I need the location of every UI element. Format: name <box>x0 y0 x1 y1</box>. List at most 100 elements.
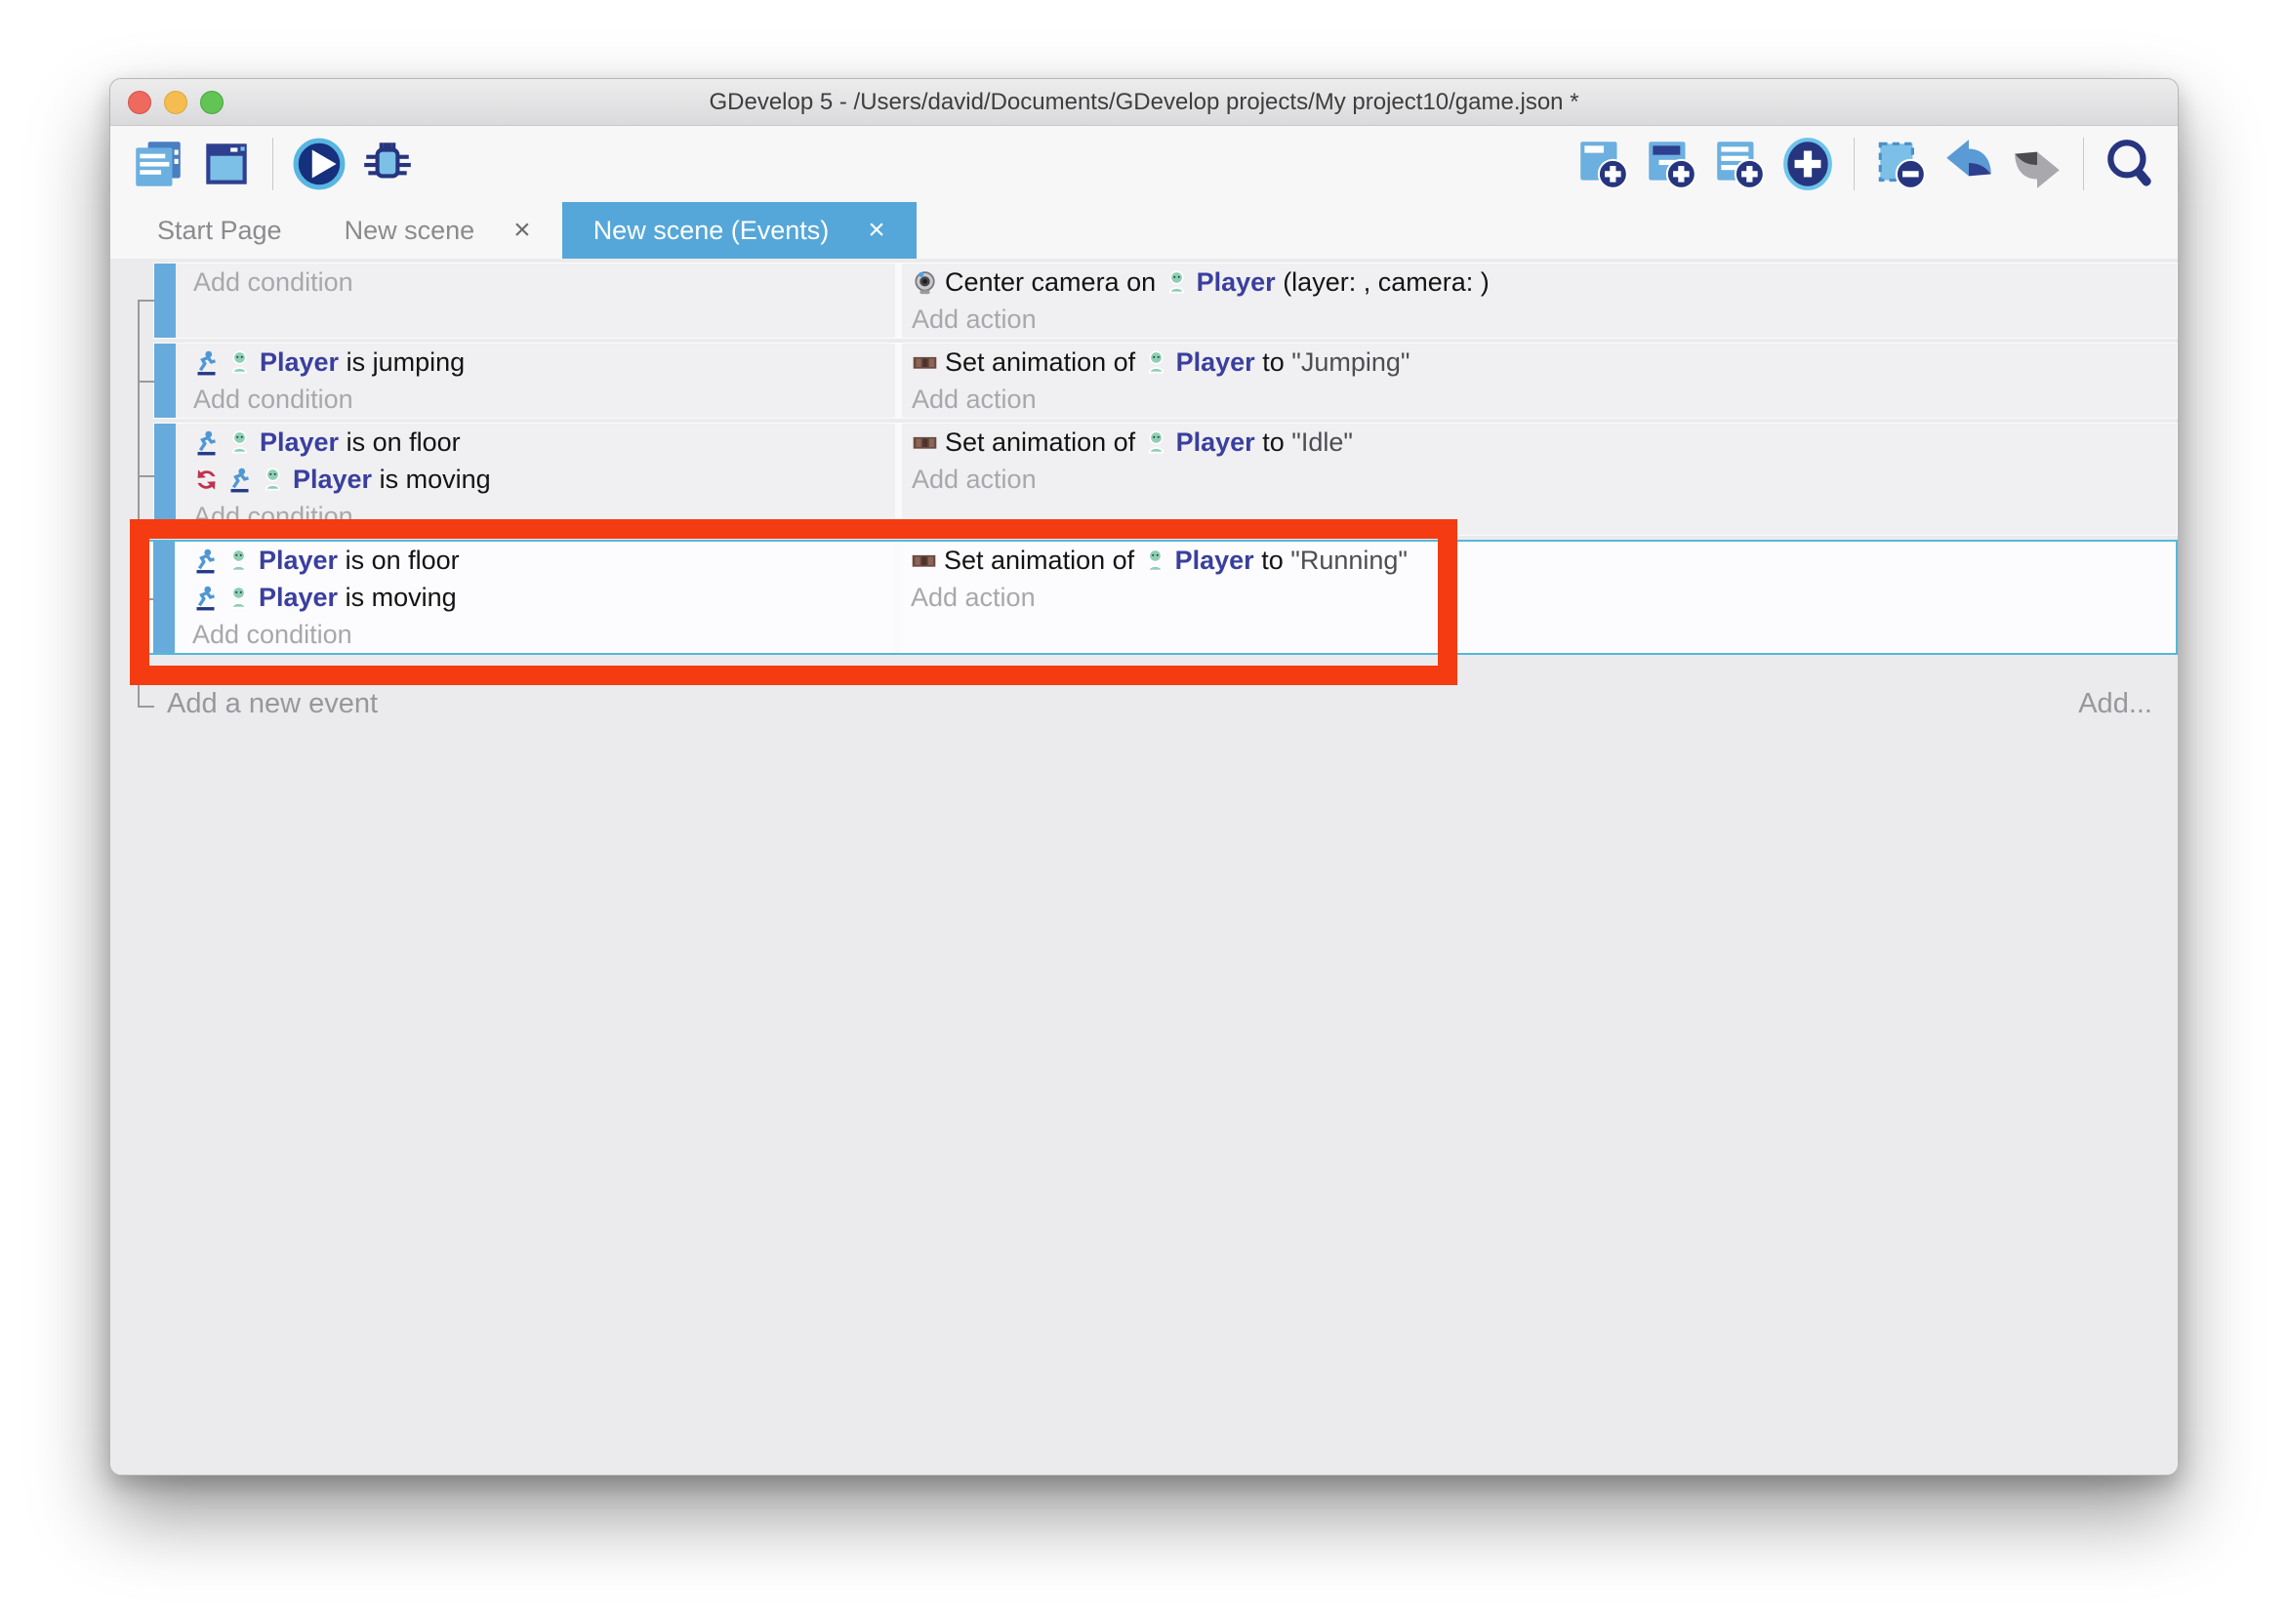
action-text: to <box>1255 427 1292 457</box>
player-object-icon <box>260 466 286 492</box>
undo-icon[interactable] <box>1941 136 1997 192</box>
add-condition-button[interactable]: Add condition <box>193 498 895 535</box>
close-tab-icon[interactable]: × <box>513 216 531 245</box>
tree-line <box>138 300 140 708</box>
animation-icon <box>912 348 938 375</box>
tree-stub <box>138 475 154 477</box>
event-row[interactable]: Player is on floor Player is moving <box>153 423 2178 536</box>
player-object-icon <box>225 584 252 610</box>
conditions-cell[interactable]: Player is on floor Player is moving Add … <box>175 542 901 653</box>
condition-text: is jumping <box>339 347 465 377</box>
object-name: Player <box>1175 546 1254 575</box>
event-row[interactable]: Add condition Center camera on Player (l… <box>153 263 2178 339</box>
action-text: Center camera on <box>945 267 1164 297</box>
debug-icon[interactable] <box>359 136 416 192</box>
condition-line[interactable]: Player is on floor <box>192 542 894 579</box>
tree-stub <box>138 706 154 708</box>
action-line[interactable]: Set animation of Player to "Idle" <box>912 424 2177 461</box>
tab-new-scene-events[interactable]: New scene (Events) × <box>562 202 917 259</box>
add-subevent-icon[interactable] <box>1643 136 1699 192</box>
action-value: "Jumping" <box>1291 347 1410 377</box>
window-title: GDevelop 5 - /Users/david/Documents/GDev… <box>110 89 2178 116</box>
condition-text: is moving <box>338 583 457 612</box>
conditions-cell[interactable]: Player is jumping Add condition <box>176 344 902 418</box>
platformer-behavior-icon <box>226 466 253 492</box>
platformer-behavior-icon <box>192 547 219 573</box>
actions-cell[interactable]: Set animation of Player to "Idle" Add ac… <box>902 424 2177 535</box>
event-drag-bar[interactable] <box>154 344 176 418</box>
condition-text: is on floor <box>339 427 461 457</box>
project-manager-icon[interactable] <box>130 136 186 192</box>
redo-icon[interactable] <box>2009 136 2065 192</box>
action-value: "Idle" <box>1291 427 1353 457</box>
toolbar-separator <box>2083 138 2084 190</box>
title-bar[interactable]: GDevelop 5 - /Users/david/Documents/GDev… <box>110 79 2178 126</box>
event-drag-bar[interactable] <box>153 542 175 653</box>
add-condition-button[interactable]: Add condition <box>193 381 895 418</box>
player-object-icon <box>1143 348 1169 375</box>
condition-line[interactable]: Player is on floor <box>193 424 895 461</box>
event-drag-bar[interactable] <box>154 424 176 535</box>
close-tab-icon[interactable]: × <box>868 216 885 245</box>
add-more-button[interactable]: Add... <box>2078 682 2152 725</box>
action-line[interactable]: Set animation of Player to "Jumping" <box>912 344 2177 381</box>
add-condition-button[interactable]: Add condition <box>193 264 895 301</box>
action-text: Set animation of <box>944 546 1142 575</box>
player-object-icon <box>1142 547 1168 573</box>
actions-cell[interactable]: Set animation of Player to "Running" Add… <box>901 542 2176 653</box>
conditions-cell[interactable]: Add condition <box>176 264 902 338</box>
platformer-behavior-icon <box>193 428 220 455</box>
add-event-icon[interactable] <box>1574 136 1631 192</box>
add-comment-icon[interactable] <box>1711 136 1768 192</box>
camera-icon <box>912 268 938 295</box>
tab-label: New scene (Events) <box>593 216 830 246</box>
tab-label: Start Page <box>157 216 282 246</box>
tab-label: New scene <box>345 216 475 246</box>
add-condition-button[interactable]: Add condition <box>192 616 894 653</box>
delete-event-icon[interactable] <box>1872 136 1929 192</box>
actions-cell[interactable]: Center camera on Player (layer: , camera… <box>902 264 2177 338</box>
add-action-button[interactable]: Add action <box>912 461 2177 498</box>
play-icon[interactable] <box>291 136 347 192</box>
toolbar-separator <box>272 138 273 190</box>
object-name: Player <box>1176 347 1255 377</box>
add-action-button[interactable]: Add action <box>912 301 2177 338</box>
search-icon[interactable] <box>2102 136 2158 192</box>
condition-text: is moving <box>372 465 491 494</box>
gdevelop-window: GDevelop 5 - /Users/david/Documents/GDev… <box>109 78 2179 1476</box>
tree-stub <box>138 598 154 600</box>
tab-start-page[interactable]: Start Page <box>126 202 313 259</box>
event-row-selected[interactable]: Player is on floor Player is moving Add … <box>145 540 2178 655</box>
add-event-chooser-icon[interactable] <box>1779 136 1836 192</box>
action-value: "Running" <box>1290 546 1408 575</box>
tab-bar: Start Page New scene × New scene (Events… <box>110 202 2178 259</box>
add-action-button[interactable]: Add action <box>912 381 2177 418</box>
action-text: to <box>1254 546 1291 575</box>
event-drag-bar[interactable] <box>154 264 176 338</box>
condition-line[interactable]: Player is moving <box>193 461 895 498</box>
platformer-behavior-icon <box>193 348 220 375</box>
toolbar <box>110 126 2178 202</box>
event-row[interactable]: Player is jumping Add condition Set anim… <box>153 343 2178 419</box>
condition-line[interactable]: Player is moving <box>192 579 894 616</box>
object-name: Player <box>259 583 338 612</box>
player-object-icon <box>1143 428 1169 455</box>
add-new-event-button[interactable]: Add a new event <box>167 682 2078 725</box>
action-line[interactable]: Center camera on Player (layer: , camera… <box>912 264 2177 301</box>
object-name: Player <box>293 465 372 494</box>
tab-new-scene[interactable]: New scene × <box>313 202 562 259</box>
conditions-cell[interactable]: Player is on floor Player is moving <box>176 424 902 535</box>
player-object-icon <box>226 428 253 455</box>
tree-stub <box>138 300 154 302</box>
actions-cell[interactable]: Set animation of Player to "Jumping" Add… <box>902 344 2177 418</box>
add-action-button[interactable]: Add action <box>911 579 2176 616</box>
player-object-icon <box>226 348 253 375</box>
action-line[interactable]: Set animation of Player to "Running" <box>911 542 2176 579</box>
object-name: Player <box>259 546 338 575</box>
scene-editor-icon[interactable] <box>198 136 255 192</box>
events-footer: Add a new event Add... <box>167 682 2152 725</box>
tree-stub <box>138 381 154 383</box>
object-name: Player <box>1197 267 1276 297</box>
animation-icon <box>911 547 937 573</box>
condition-line[interactable]: Player is jumping <box>193 344 895 381</box>
